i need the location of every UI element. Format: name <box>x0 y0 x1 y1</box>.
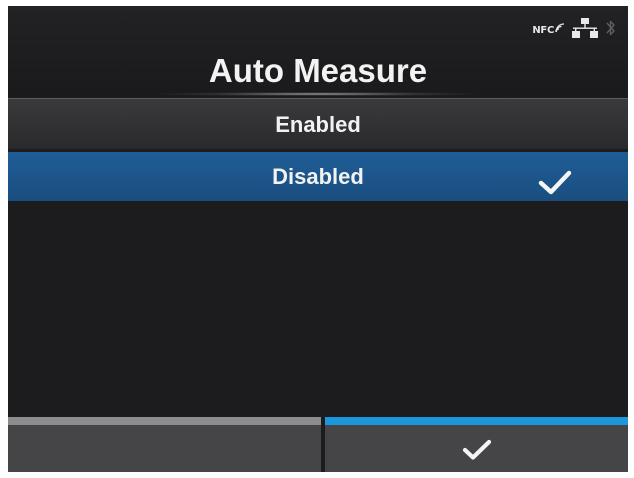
option-label: Disabled <box>272 164 364 189</box>
softkey-bar <box>8 417 628 472</box>
title-underline <box>158 92 478 96</box>
nfc-label: NFC <box>532 24 554 36</box>
page-title: Auto Measure <box>208 52 428 89</box>
option-disabled[interactable]: Disabled <box>8 152 628 201</box>
title-bar: NFC Auto Measure <box>8 6 628 97</box>
status-icons: NFC <box>532 17 616 43</box>
wired-network-icon <box>572 17 598 43</box>
bluetooth-icon <box>606 18 616 43</box>
confirm-softkey-indicator <box>325 417 628 425</box>
left-softkey[interactable] <box>8 417 321 472</box>
option-enabled[interactable]: Enabled <box>8 98 628 149</box>
printer-display: NFC Auto Measure Enabled Disabled <box>8 6 628 472</box>
option-list: Enabled Disabled <box>8 98 628 201</box>
nfc-icon: NFC <box>532 22 564 36</box>
confirm-softkey[interactable] <box>325 417 628 472</box>
check-icon <box>462 439 492 466</box>
option-label: Enabled <box>275 112 361 137</box>
left-softkey-indicator <box>8 417 321 425</box>
check-icon <box>538 164 572 213</box>
